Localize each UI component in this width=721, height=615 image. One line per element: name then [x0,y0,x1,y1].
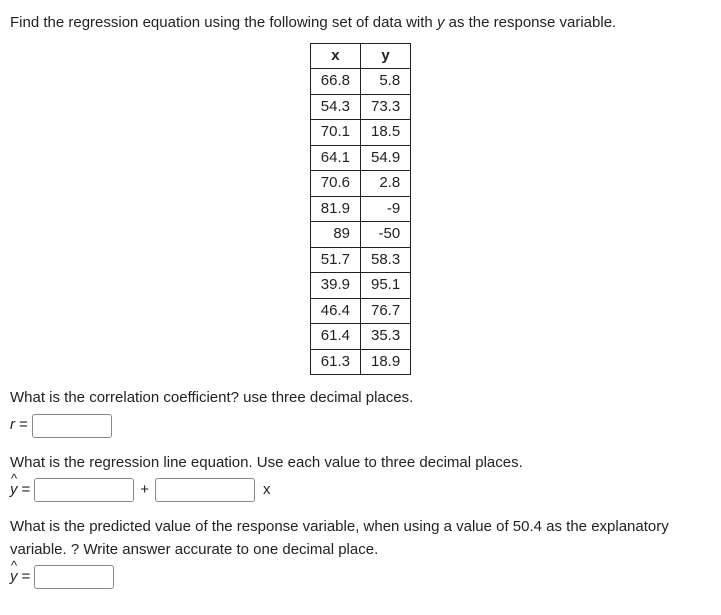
cell-x: 66.8 [310,69,360,95]
data-table: x y 66.85.854.373.370.118.564.154.970.62… [310,43,411,376]
label-yhat: y [10,566,18,589]
cell-y: 35.3 [361,324,411,350]
table-row: 66.85.8 [310,69,410,95]
label-x: x [263,479,271,502]
eq-sign: = [19,414,28,437]
cell-x: 64.1 [310,145,360,171]
input-predicted[interactable] [34,565,114,589]
table-row: 61.318.9 [310,349,410,375]
table-row: 51.758.3 [310,247,410,273]
question-regression-line: What is the regression line equation. Us… [10,452,711,475]
answer-row-predicted: y = [10,565,711,589]
table-row: 70.62.8 [310,171,410,197]
table-row: 61.435.3 [310,324,410,350]
cell-y: 58.3 [361,247,411,273]
cell-x: 61.3 [310,349,360,375]
cell-x: 81.9 [310,196,360,222]
cell-x: 70.1 [310,120,360,146]
input-slope[interactable] [155,478,255,502]
problem-intro: Find the regression equation using the f… [10,12,711,35]
eq-sign: = [22,479,31,502]
answer-row-r: r = [10,414,711,438]
cell-y: 2.8 [361,171,411,197]
cell-x: 54.3 [310,94,360,120]
table-row: 89-50 [310,222,410,248]
input-intercept[interactable] [34,478,134,502]
cell-y: 18.9 [361,349,411,375]
input-r[interactable] [32,414,112,438]
table-row: 39.995.1 [310,273,410,299]
cell-x: 39.9 [310,273,360,299]
label-yhat: y [10,479,18,502]
table-row: 81.9-9 [310,196,410,222]
question-predicted: What is the predicted value of the respo… [10,516,711,561]
cell-x: 70.6 [310,171,360,197]
label-r: r [10,414,15,437]
cell-y: 54.9 [361,145,411,171]
question-correlation: What is the correlation coefficient? use… [10,387,711,410]
cell-x: 89 [310,222,360,248]
table-row: 70.118.5 [310,120,410,146]
eq-sign: = [22,566,31,589]
cell-y: -9 [361,196,411,222]
col-header-y: y [361,43,411,69]
cell-x: 46.4 [310,298,360,324]
intro-text-end: as the response variable. [444,14,616,31]
cell-y: 73.3 [361,94,411,120]
col-header-x: x [310,43,360,69]
answer-row-regression: y = + x [10,478,711,502]
cell-y: 76.7 [361,298,411,324]
table-row: 46.476.7 [310,298,410,324]
cell-x: 51.7 [310,247,360,273]
intro-text: Find the regression equation using the f… [10,14,437,31]
cell-x: 61.4 [310,324,360,350]
cell-y: 5.8 [361,69,411,95]
cell-y: -50 [361,222,411,248]
table-row: 54.373.3 [310,94,410,120]
table-row: 64.154.9 [310,145,410,171]
cell-y: 95.1 [361,273,411,299]
plus-sign: + [140,479,149,502]
cell-y: 18.5 [361,120,411,146]
